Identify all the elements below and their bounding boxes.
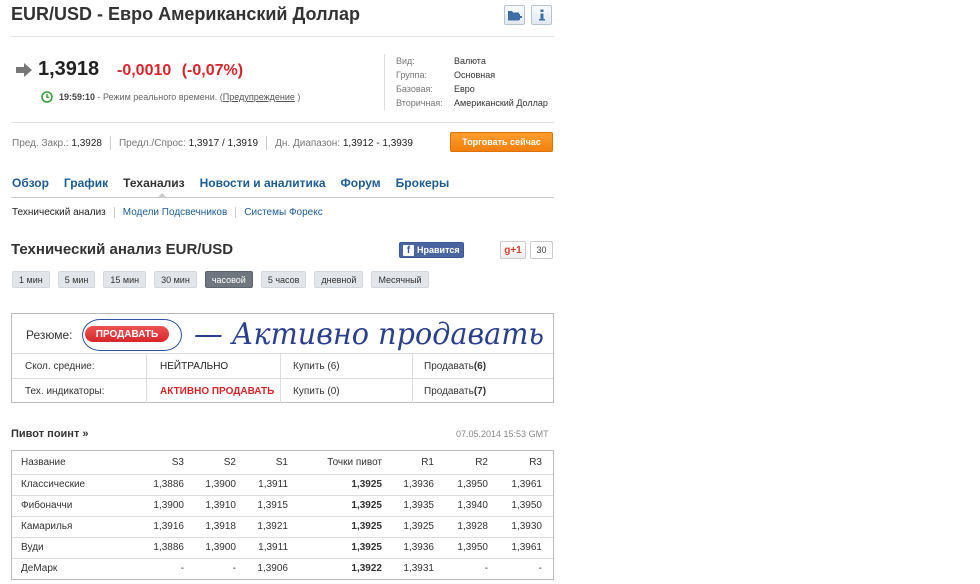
timeframe-5hours[interactable]: 5 часов [260,271,307,288]
tab-technical[interactable]: Теханализ [123,176,184,190]
table-row: Вуди 1,3886 1,3900 1,3911 1,3925 1,3936 … [12,537,553,557]
timeframe-daily[interactable]: дневной [314,271,364,288]
subtab-technical-analysis[interactable]: Технический анализ [12,207,114,218]
warning-link[interactable]: Предупреждение [223,92,295,102]
subtab-forex-systems[interactable]: Системы Форекс [235,207,330,218]
add-to-portfolio-button[interactable] [504,5,525,25]
range-label: Дн. Диапазон: [275,137,341,149]
info-separator [384,54,385,110]
pivot-points-title[interactable]: Пивот поинт » [11,428,89,440]
subtab-candlestick-patterns[interactable]: Модели Подсвечников [113,207,236,218]
section-title: Технический анализ EUR/USD [11,241,234,258]
handwritten-annotation: — Активно продавать [194,317,544,352]
main-tabs: Обзор График Теханализ Новости и аналити… [12,176,464,190]
info-row-type: Вид: Валюта [396,56,486,66]
change-percent: (-0,07%) [181,62,244,79]
hand-drawn-circle [82,319,182,351]
facebook-like-label: Нравится [417,245,460,255]
column-header: Название [21,457,66,468]
quote-stats: Пред. Закр.: 1,3928 Предл./Спрос: 1,3917… [12,136,413,150]
column-header: S3 [171,457,184,468]
info-row-group: Группа: Основная [396,70,496,80]
row-buy: Купить (0) [293,385,340,397]
facebook-icon: f [403,244,414,256]
sub-tabs: Технический анализ Модели Подсвечников С… [12,207,331,218]
row-name: Тех. индикаторы: [25,385,105,397]
tabs-divider [11,197,554,198]
change-value: -0,0010 [117,62,172,79]
bid-ask-label: Предл./Спрос: [118,137,186,149]
timeframe-15min[interactable]: 15 мин [103,271,147,288]
info-icon [538,9,545,21]
tab-news[interactable]: Новости и аналитика [200,176,326,190]
table-row: Фибоначчи 1,3900 1,3910 1,3915 1,3925 1,… [12,495,553,515]
tab-forum[interactable]: Форум [341,176,381,190]
timeframe-selector: 1 мин 5 мин 15 мин 30 мин часовой 5 часо… [12,271,437,288]
timeframe-1min[interactable]: 1 мин [12,271,50,288]
timeframe-monthly[interactable]: Месячный [371,271,429,288]
tab-brokers[interactable]: Брокеры [396,176,450,190]
last-price: 1,3918 [38,58,100,80]
info-row-base: Базовая: Евро [396,84,475,94]
column-header: S2 [223,457,236,468]
range-value: 1,3912 - 1,3939 [342,137,413,149]
google-plus-count: 30 [530,241,553,259]
prev-close-value: 1,3928 [71,137,102,149]
price-change: -0,0010 (-0,07%) [117,62,243,80]
column-header: S1 [275,457,288,468]
bid-ask-value: 1,3917 / 1,3919 [188,137,259,149]
page-title: EUR/USD - Евро Американский Доллар [11,4,360,24]
arrow-right-icon [16,63,32,77]
clock-icon [41,91,53,103]
active-tab-caret [157,193,167,198]
row-signal: АКТИВНО ПРОДАВАТЬ [160,385,275,397]
trade-now-button[interactable]: Торговать сейчас [450,132,553,152]
timeframe-hourly[interactable]: часовой [204,271,253,288]
info-button[interactable] [531,5,552,25]
row-name: Скол. средние: [25,360,95,372]
timeframe-5min[interactable]: 5 мин [57,271,96,288]
row-sell: Продавать (7) [424,385,487,397]
tab-overview[interactable]: Обзор [12,176,49,190]
pivot-timestamp: 07.05.2014 15:53 GMT [456,429,549,439]
info-row-secondary: Вторичная: Американский Доллар [396,98,548,108]
column-header: R1 [421,457,434,468]
google-plus-button[interactable]: g+1 [500,241,526,259]
realtime-status: 19:59:10 - Режим реального времени. (Пре… [59,92,300,102]
header-divider [11,36,554,37]
table-header: Название S3 S2 S1 Точки пивот R1 R2 R3 [12,451,553,474]
timeframe-30min[interactable]: 30 мин [154,271,197,288]
table-row: ДеМарк - - 1,3906 1,3922 1,3931 - - [12,558,553,578]
realtime-text: - Режим реального времени. ( [95,92,223,102]
quote-time: 19:59:10 [59,92,96,102]
column-header: R2 [475,457,488,468]
table-row: Камарилья 1,3916 1,3918 1,3921 1,3925 1,… [12,516,553,536]
tab-chart[interactable]: График [64,176,108,190]
add-to-portfolio-icon [508,10,522,20]
realtime-close: ) [294,92,301,102]
column-header: Точки пивот [327,457,382,468]
handwritten-text: — Активно продавать [194,317,544,352]
facebook-like-button[interactable]: f Нравится [399,242,464,258]
column-header: R3 [529,457,542,468]
summary-row-indicators: Тех. индикаторы: АКТИВНО ПРОДАВАТЬ Купит… [12,378,553,403]
table-row: Классические 1,3886 1,3900 1,3911 1,3925… [12,474,553,494]
summary-label: Резюме: [26,328,73,342]
pivot-table: Название S3 S2 S1 Точки пивот R1 R2 R3 К… [11,450,554,580]
prev-close-label: Пред. Закр.: [12,137,69,149]
quote-divider [11,122,554,123]
